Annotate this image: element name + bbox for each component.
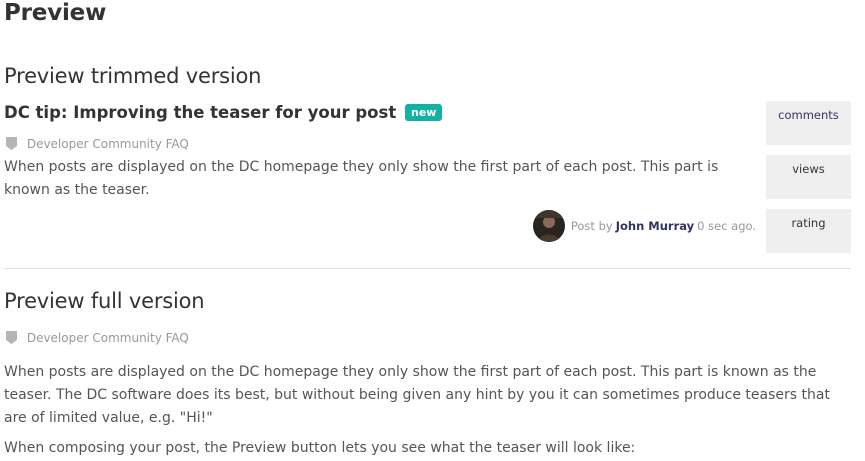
trimmed-section-title: Preview trimmed version [4,64,262,88]
views-stat: views [766,155,851,199]
tag-icon [6,331,17,344]
author-link[interactable]: John Murray [616,219,694,233]
user-avatar[interactable] [532,210,565,242]
tag-icon [6,137,17,150]
post-title: DC tip: Improving the teaser for your po… [4,103,443,122]
author-line: Post by John Murray 0 sec ago. [532,210,756,242]
byline-prefix: Post by [570,219,613,233]
full-post-category: Developer Community FAQ [6,331,189,345]
comments-stat[interactable]: comments [766,101,851,145]
post-teaser: When posts are displayed on the DC homep… [4,159,719,198]
full-paragraph: When posts are displayed on the DC homep… [4,364,830,426]
post-title-link[interactable]: DC tip: Improving the teaser for your po… [4,103,396,122]
rating-stat: rating [766,209,851,253]
post-category: Developer Community FAQ [6,137,189,151]
category-link[interactable]: Developer Community FAQ [27,137,189,151]
page-title: Preview [4,0,107,26]
new-badge: new [404,104,443,121]
full-paragraph: When composing your post, the Preview bu… [4,440,636,456]
category-link[interactable]: Developer Community FAQ [27,331,189,345]
section-divider [4,268,851,269]
full-section-title: Preview full version [4,289,205,313]
post-time: 0 sec ago. [697,219,756,233]
